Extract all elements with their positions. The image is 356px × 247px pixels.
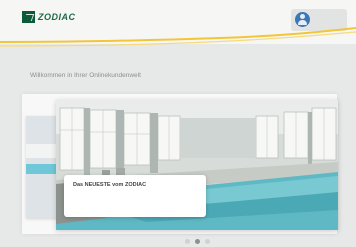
welcome-heading: Willkommen in Ihrer Onlinekundenwelt [30, 72, 141, 79]
logo-text: ZODIAC [38, 12, 76, 22]
carousel-indicators [185, 239, 210, 244]
zodiac-logo-icon [22, 11, 35, 23]
news-title: Das NEUESTE vom ZODIAC [73, 182, 147, 188]
carousel-dot[interactable] [185, 239, 190, 244]
carousel-prev-slide[interactable] [26, 116, 60, 218]
news-card[interactable]: Das NEUESTE vom ZODIAC [64, 175, 206, 217]
zodiac-logo[interactable]: ZODIAC [22, 11, 76, 23]
carousel-dot-active[interactable] [195, 239, 200, 244]
header-wave-divider [0, 27, 356, 47]
user-icon [295, 12, 310, 27]
carousel-dot[interactable] [205, 239, 210, 244]
